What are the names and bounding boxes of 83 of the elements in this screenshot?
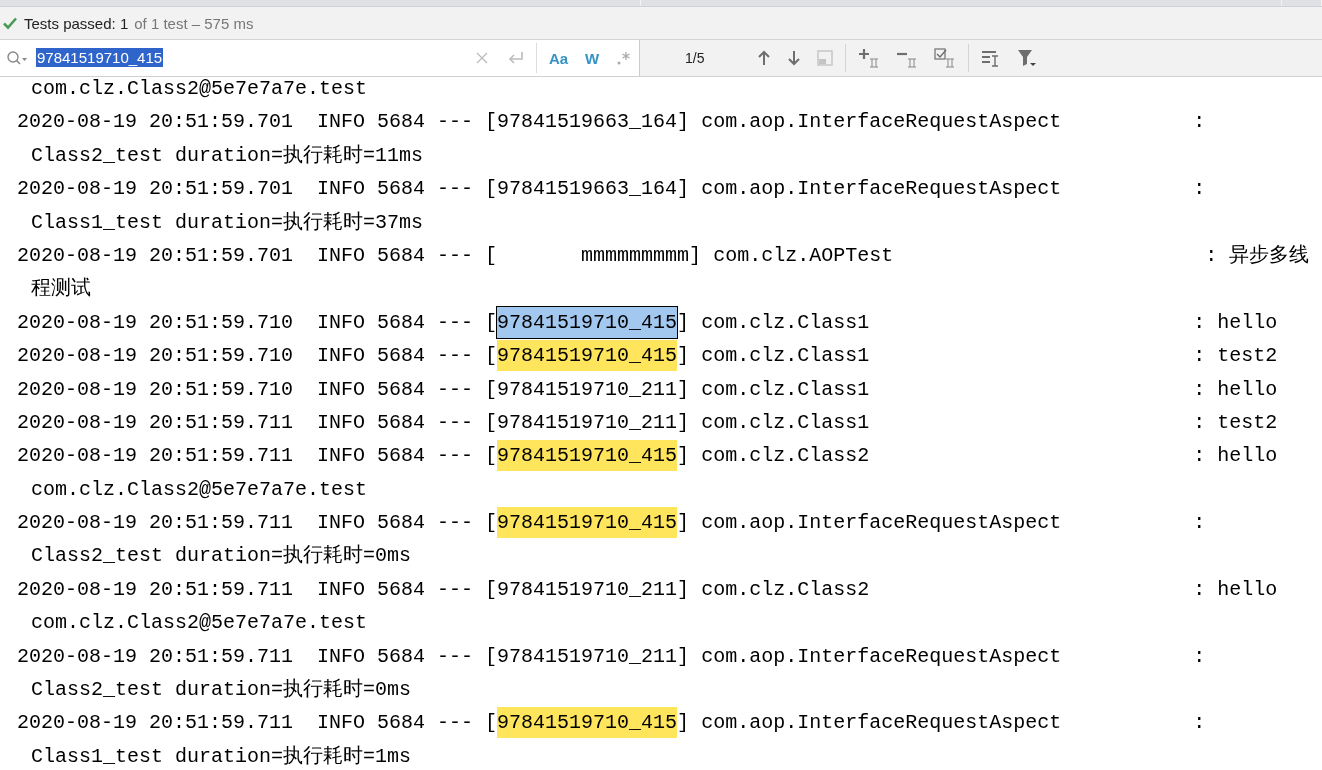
bracket: ]	[677, 310, 690, 334]
thread-name: 97841519710_415	[497, 707, 678, 739]
thread-name: 97841519710_211	[497, 643, 678, 670]
log-message: : test2	[1193, 344, 1278, 368]
search-icon[interactable]	[6, 50, 28, 66]
log-prefix: 2020-08-19 20:51:59.711 INFO 5684 --- [	[17, 644, 498, 668]
bracket: ]	[677, 177, 690, 201]
bracket: ]	[677, 711, 690, 735]
match-case-icon[interactable]: Aa	[548, 50, 570, 66]
add-occurrence-icon[interactable]	[858, 48, 881, 68]
log-continuation: com.clz.Class2@5e7e7a7e.test	[31, 611, 368, 635]
logger-name: com.clz.Class2	[701, 443, 871, 470]
thread-name: 97841519710_211	[497, 376, 678, 403]
bracket: ]	[677, 511, 690, 535]
log-prefix: 2020-08-19 20:51:59.711 INFO 5684 --- [	[17, 511, 498, 535]
log-message: : hello	[1193, 577, 1278, 601]
thread-name: mmmmmmmmm	[580, 242, 690, 269]
log-message: : hello	[1193, 444, 1278, 468]
log-prefix: 2020-08-19 20:51:59.701 INFO 5684 --- [	[17, 177, 498, 201]
log-prefix: 2020-08-19 20:51:59.701 INFO 5684 --- [	[17, 243, 498, 267]
thread-name: 97841519710_415	[497, 440, 678, 472]
log-continuation: Class1_test duration=执行耗时=37ms	[31, 210, 424, 234]
log-continuation: Class2_test duration=执行耗时=0ms	[31, 678, 412, 702]
log-message: : 异步多线	[1205, 243, 1310, 267]
test-detail-text: of 1 test – 575 ms	[134, 14, 254, 32]
log-prefix: 2020-08-19 20:51:59.710 INFO 5684 --- [	[17, 310, 498, 334]
thread-name: 97841519663_164	[497, 176, 678, 203]
log-continuation: com.clz.Class2@5e7e7a7e.test	[31, 77, 368, 100]
logger-name: com.clz.AOPTest	[713, 242, 895, 269]
log-continuation: Class1_test duration=执行耗时=1ms	[31, 744, 412, 768]
arrow-down-icon[interactable]	[787, 50, 802, 66]
log-prefix: 2020-08-19 20:51:59.710 INFO 5684 --- [	[17, 377, 498, 401]
log-message: : hello	[1193, 310, 1278, 334]
thread-name: 97841519710_415	[497, 306, 678, 338]
thread-name: 97841519663_164	[497, 109, 678, 136]
whole-words-icon[interactable]: W	[584, 50, 602, 66]
bracket: ]	[677, 377, 690, 401]
logger-name: com.clz.Class1	[701, 376, 871, 403]
thread-name: 97841519710_415	[497, 507, 678, 539]
log-prefix: 2020-08-19 20:51:59.711 INFO 5684 --- [	[17, 410, 498, 434]
log-message: :	[1193, 711, 1206, 735]
bracket: ]	[677, 644, 690, 668]
check-icon	[2, 15, 18, 31]
log-message: :	[1193, 110, 1206, 134]
logger-name: com.aop.InterfaceRequestAspect	[701, 710, 1063, 737]
log-message: : test2	[1193, 410, 1278, 434]
thread-name: 97841519710_211	[497, 576, 678, 603]
log-continuation: Class2_test duration=执行耗时=11ms	[31, 143, 424, 167]
filter-icon[interactable]	[1017, 48, 1038, 68]
search-value: 97841519710_415	[36, 48, 164, 67]
logger-name: com.aop.InterfaceRequestAspect	[701, 510, 1063, 537]
log-message: :	[1193, 511, 1206, 535]
bracket: ]	[677, 110, 690, 134]
log-continuation: Class2_test duration=执行耗时=0ms	[31, 544, 412, 568]
logger-name: com.clz.Class1	[701, 309, 871, 336]
log-prefix: 2020-08-19 20:51:59.711 INFO 5684 --- [	[17, 711, 498, 735]
thread-name: 97841519710_415	[497, 340, 678, 372]
thread-name: 97841519710_211	[497, 409, 678, 436]
logger-name: com.clz.Class1	[701, 409, 871, 436]
logger-name: com.aop.InterfaceRequestAspect	[701, 643, 1063, 670]
bracket: ]	[677, 444, 690, 468]
regex-icon[interactable]	[616, 50, 632, 66]
log-message: :	[1193, 644, 1206, 668]
log-prefix: 2020-08-19 20:51:59.701 INFO 5684 --- [	[17, 110, 498, 134]
tests-passed-text: Tests passed: 1	[24, 14, 129, 32]
arrow-up-icon[interactable]	[757, 50, 772, 66]
log-prefix: 2020-08-19 20:51:59.710 INFO 5684 --- [	[17, 344, 498, 368]
log-continuation: 程测试	[31, 277, 91, 301]
select-all-occurrences-icon[interactable]	[934, 48, 957, 68]
match-count: 1/5	[685, 50, 705, 66]
log-prefix: 2020-08-19 20:51:59.711 INFO 5684 --- [	[17, 577, 498, 601]
bracket: ]	[689, 243, 702, 267]
bracket: ]	[677, 344, 690, 368]
log-message: : hello	[1193, 377, 1278, 401]
log-continuation: com.clz.Class2@5e7e7a7e.test	[31, 477, 368, 501]
logger-name: com.clz.Class1	[701, 343, 871, 370]
bracket: ]	[677, 410, 690, 434]
bracket: ]	[677, 577, 690, 601]
log-message: :	[1193, 177, 1206, 201]
logger-name: com.aop.InterfaceRequestAspect	[701, 109, 1063, 136]
logger-name: com.aop.InterfaceRequestAspect	[701, 176, 1063, 203]
logger-name: com.clz.Class2	[701, 576, 871, 603]
log-prefix: 2020-08-19 20:51:59.711 INFO 5684 --- [	[17, 444, 498, 468]
